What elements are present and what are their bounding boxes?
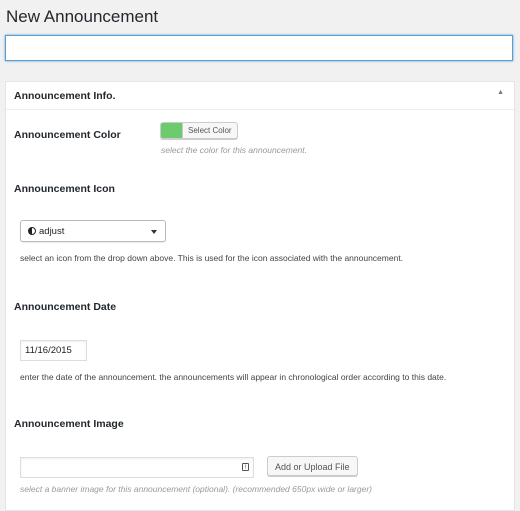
select-color-label: Select Color — [182, 123, 237, 138]
announcement-title-input[interactable] — [5, 35, 513, 61]
date-label: Announcement Date — [14, 301, 117, 313]
date-input[interactable] — [20, 340, 87, 361]
metabox-title: Announcement Info. — [14, 90, 116, 102]
file-icon: ! — [242, 463, 249, 471]
image-url-input[interactable]: ! — [20, 457, 254, 478]
icon-label: Announcement Icon — [14, 183, 115, 195]
page-title: New Announcement — [6, 7, 159, 26]
icon-description: select an icon from the drop down above.… — [20, 253, 404, 263]
metabox-header[interactable]: Announcement Info. ▲ — [6, 82, 514, 110]
color-swatch[interactable] — [161, 123, 182, 138]
image-description: select a banner image for this announcem… — [20, 484, 372, 494]
triangle-up-icon[interactable]: ▲ — [497, 89, 504, 96]
icon-select[interactable]: adjust — [20, 220, 166, 242]
image-label: Announcement Image — [14, 418, 124, 430]
add-or-upload-file-button[interactable]: Add or Upload File — [267, 456, 358, 476]
color-picker-button[interactable]: Select Color — [160, 122, 238, 139]
color-description: select the color for this announcement. — [161, 145, 307, 155]
color-label: Announcement Color — [14, 129, 121, 141]
icon-select-value: adjust — [39, 226, 65, 237]
adjust-icon — [28, 227, 36, 235]
announcement-info-metabox: Announcement Info. ▲ Announcement Color … — [5, 81, 515, 511]
caret-down-icon — [151, 230, 157, 234]
date-description: enter the date of the announcement. the … — [20, 372, 447, 382]
